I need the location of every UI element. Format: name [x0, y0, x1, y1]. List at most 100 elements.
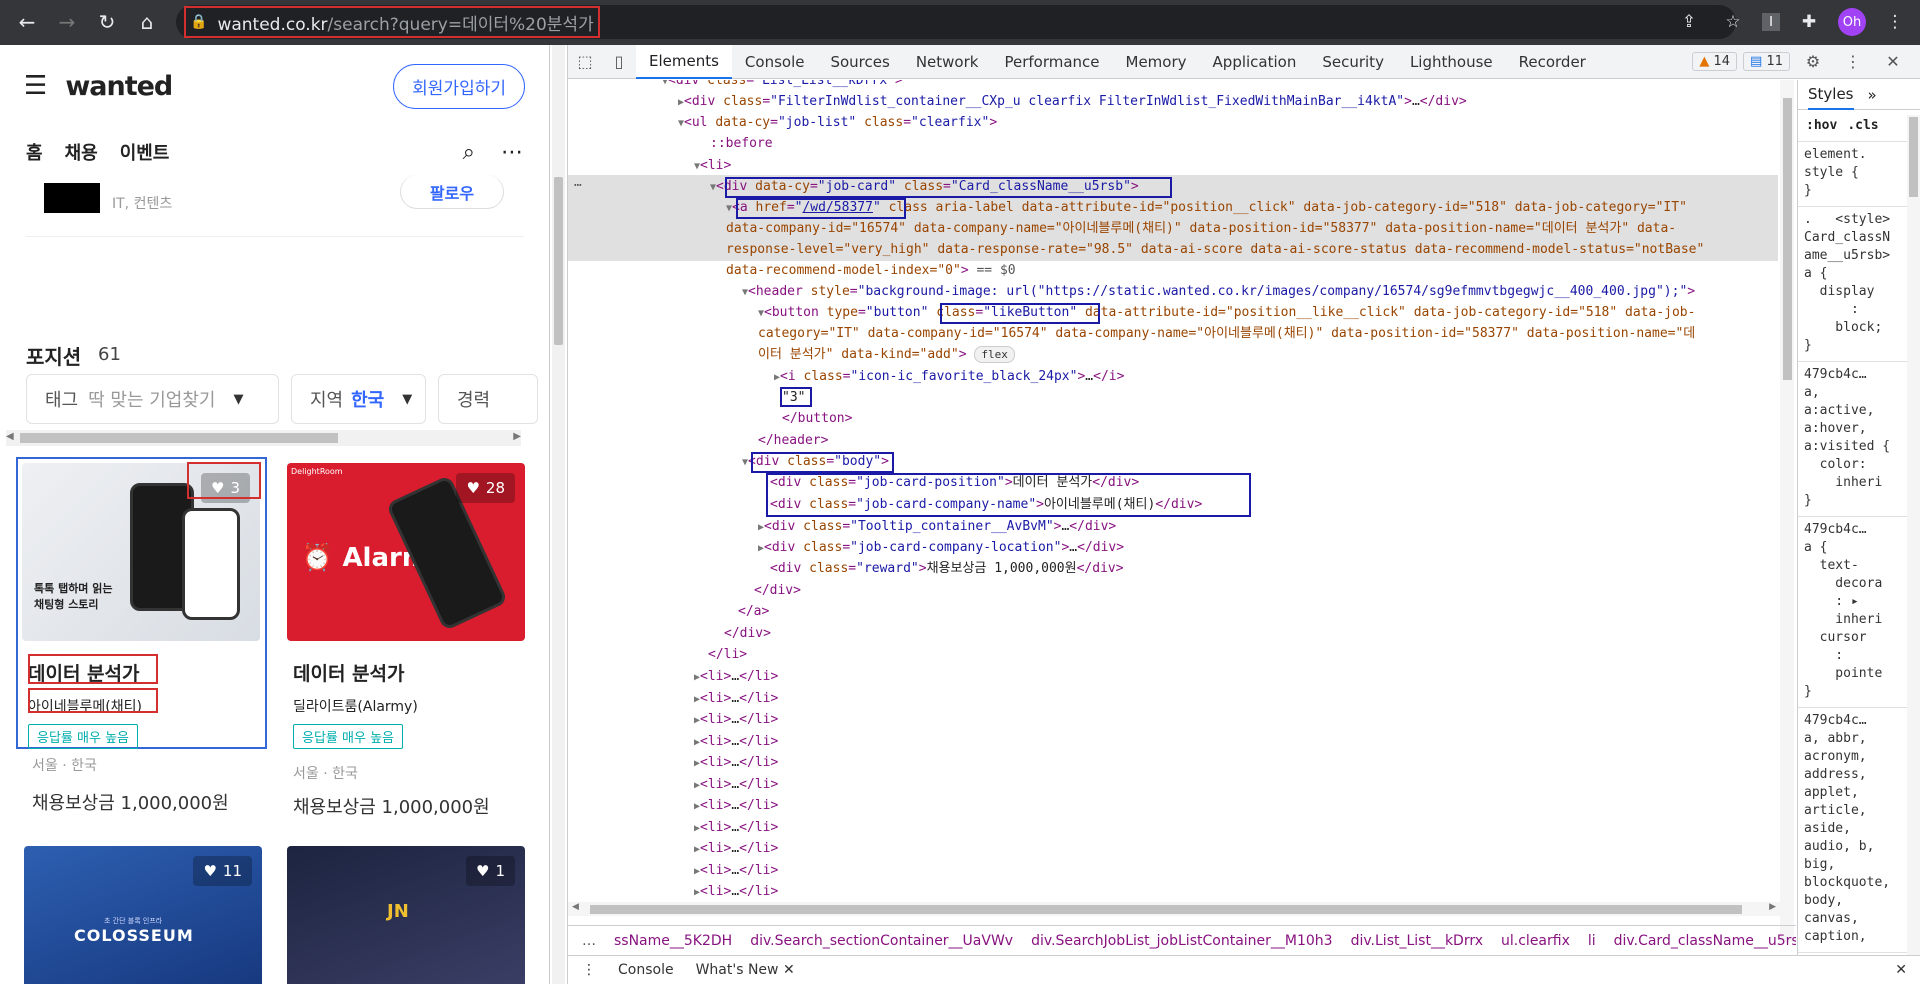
job-card-2[interactable]: DelightRoom ⏰ Alarmy ♥ 28 데이터 분석가 딜라이트룸(A…	[287, 463, 525, 819]
more-vert-icon[interactable]: ⋮	[1880, 7, 1910, 37]
search-icon[interactable]: ⌕	[463, 140, 475, 165]
style-rule[interactable]: . <style> Card_classN ame__u5rsb> a { di…	[1798, 207, 1920, 362]
nav-events[interactable]: 이벤트	[120, 139, 170, 165]
tab-sources[interactable]: Sources	[817, 45, 902, 79]
puzzle-icon[interactable]: ✚	[1794, 7, 1824, 37]
follow-button[interactable]: 팔로우	[400, 175, 504, 209]
breadcrumb-item[interactable]: ul.clearfix	[1501, 933, 1570, 949]
scroll-left-icon[interactable]: ◀	[6, 431, 14, 442]
collapsed-li-node[interactable]: ▶<li>…</li>	[694, 688, 778, 711]
scrollbar-thumb[interactable]	[590, 905, 1742, 914]
collapsed-li-node[interactable]: ▶<li>…</li>	[694, 731, 778, 754]
extension-icon[interactable]: I	[1762, 13, 1780, 31]
dom-line[interactable]: ▶<div class="job-card-company-location">…	[758, 537, 1124, 560]
class-toggle[interactable]: .cls	[1847, 117, 1878, 135]
dom-line[interactable]: ▶<div class="Tooltip_container__AvBvM">……	[758, 516, 1116, 539]
nav-home[interactable]: 홈	[26, 139, 43, 165]
like-button[interactable]: ♥ 11	[193, 856, 252, 886]
elements-tree[interactable]: ⋯ ▼<div class="List_List__kDrrx"> ▶<div …	[568, 80, 1796, 942]
page-scrollbar[interactable]	[552, 45, 565, 984]
drawer-tab-console[interactable]: Console	[618, 962, 674, 978]
drawer-tab-whats-new[interactable]: What's New ✕	[696, 962, 795, 978]
scrollbar-thumb[interactable]	[1783, 98, 1792, 380]
dom-line[interactable]: </header>	[758, 430, 828, 452]
dom-line[interactable]: ▼<button type="button" class="likeButton…	[758, 302, 1695, 325]
breadcrumb-more-icon[interactable]: …	[582, 933, 596, 949]
style-rule[interactable]: 479cb4c… a, abbr, acronym, address, appl…	[1798, 708, 1920, 953]
collapsed-li-node[interactable]: ▶<li>…</li>	[694, 795, 778, 818]
dom-line[interactable]: response-level="very_high" data-response…	[726, 239, 1704, 261]
back-icon[interactable]: ←	[12, 7, 42, 37]
bookmark-star-icon[interactable]: ☆	[1718, 7, 1748, 37]
tab-console[interactable]: Console	[732, 45, 818, 79]
tab-security[interactable]: Security	[1309, 45, 1397, 79]
drawer-menu-icon[interactable]: ⋮	[582, 962, 596, 978]
nav-jobs[interactable]: 채용	[65, 139, 98, 165]
collapsed-li-node[interactable]: ▶<li>…</li>	[694, 817, 778, 840]
breadcrumb-item[interactable]: div.Search_sectionContainer__UaVWv	[750, 933, 1013, 949]
elements-scrollbar[interactable]	[1780, 80, 1794, 942]
scroll-left-icon[interactable]: ◀	[572, 902, 579, 912]
breadcrumb-item[interactable]: li	[1588, 933, 1596, 949]
more-vert-icon[interactable]: ⋮	[1836, 45, 1870, 79]
close-icon[interactable]: ✕	[1876, 45, 1910, 79]
tab-network[interactable]: Network	[903, 45, 992, 79]
collapsed-li-node[interactable]: ▶<li>…</li>	[694, 838, 778, 861]
style-rule[interactable]: 479cb4c… a, a:active, a:hover, a:visited…	[1798, 362, 1920, 517]
filter-region[interactable]: 지역 한국 ▼	[291, 374, 426, 424]
forward-icon[interactable]: →	[52, 7, 82, 37]
dom-line[interactable]: ▶<i class="icon-ic_favorite_black_24px">…	[774, 366, 1124, 389]
hover-state-toggle[interactable]: :hov	[1806, 117, 1837, 135]
tab-application[interactable]: Application	[1200, 45, 1310, 79]
scroll-right-icon[interactable]: ▶	[513, 431, 521, 442]
scrollbar-thumb[interactable]	[20, 433, 338, 443]
profile-avatar[interactable]: Oh	[1838, 8, 1866, 36]
hamburger-icon[interactable]: ☰	[24, 71, 47, 101]
elements-hscrollbar[interactable]: ◀ ▶	[568, 902, 1780, 916]
filter-tag[interactable]: 태그 딱 맞는 기업찾기 ▼	[26, 374, 279, 424]
company-card[interactable]: IT, 컨텐츠 팔로우	[26, 175, 524, 237]
dom-line[interactable]: ▶<div class="FilterInWdlist_container__C…	[678, 91, 1467, 114]
scrollbar-thumb[interactable]	[1909, 117, 1918, 197]
close-icon[interactable]: ✕	[783, 962, 795, 978]
dom-line[interactable]: ▼<li>	[694, 155, 731, 178]
job-card-4[interactable]: JN ♥ 1	[287, 846, 525, 984]
collapsed-li-node[interactable]: ▶<li>…</li>	[694, 666, 778, 689]
style-rule[interactable]: element. style { }	[1798, 142, 1920, 207]
tab-memory[interactable]: Memory	[1113, 45, 1200, 79]
job-card-3[interactable]: 초 간단 블록 인프라 COLOSSEUM ♥ 11	[24, 846, 262, 984]
drawer-close-icon[interactable]: ✕	[1895, 962, 1907, 978]
logo[interactable]: wanted	[65, 71, 173, 102]
dom-line[interactable]: ▼<header style="background-image: url("h…	[742, 281, 1695, 304]
device-toggle-icon[interactable]: ▯	[602, 45, 636, 79]
collapsed-li-node[interactable]: ▶<li>…</li>	[694, 860, 778, 883]
scroll-right-icon[interactable]: ▶	[1769, 902, 1776, 912]
tab-performance[interactable]: Performance	[991, 45, 1112, 79]
like-button[interactable]: ♥ 28	[456, 473, 515, 503]
breadcrumb-item[interactable]: div.Card_className__u5rsb	[1614, 933, 1796, 949]
tab-elements[interactable]: Elements	[636, 44, 732, 79]
settings-gear-icon[interactable]: ⚙	[1796, 45, 1830, 79]
collapsed-li-node[interactable]: ▶<li>…</li>	[694, 709, 778, 732]
scrollbar-thumb[interactable]	[554, 177, 563, 345]
filter-career[interactable]: 경력	[438, 374, 538, 424]
warnings-badge[interactable]: ▲ 14	[1692, 52, 1738, 71]
tab-styles[interactable]: Styles	[1808, 80, 1854, 110]
dom-line[interactable]: </a>	[738, 601, 769, 623]
dom-line[interactable]: 이터 분석가" data-kind="add"> flex	[758, 344, 1015, 366]
like-button[interactable]: ♥ 1	[466, 856, 515, 886]
dom-line[interactable]: </div>	[754, 580, 801, 602]
collapsed-li-node[interactable]: ▶<li>…</li>	[694, 881, 778, 904]
dom-line[interactable]: data-recommend-model-index="0"> == $0	[726, 260, 1016, 282]
dom-ellipsis-icon[interactable]: ⋯	[574, 175, 582, 197]
home-icon[interactable]: ⌂	[132, 7, 162, 37]
tab-lighthouse[interactable]: Lighthouse	[1397, 45, 1506, 79]
breadcrumb-item[interactable]: div.List_List__kDrrx	[1351, 933, 1483, 949]
filter-scrollbar[interactable]: ◀ ▶	[6, 430, 521, 446]
breadcrumb-item[interactable]: ssName__5K2DH	[614, 933, 732, 949]
dom-line[interactable]: data-company-id="16574" data-company-nam…	[726, 218, 1676, 240]
dom-line[interactable]: </li>	[708, 644, 747, 666]
style-rule[interactable]: 479cb4c… a { text- decora : ▸ inheri cur…	[1798, 517, 1920, 708]
tab-recorder[interactable]: Recorder	[1506, 45, 1599, 79]
reload-icon[interactable]: ↻	[92, 7, 122, 37]
